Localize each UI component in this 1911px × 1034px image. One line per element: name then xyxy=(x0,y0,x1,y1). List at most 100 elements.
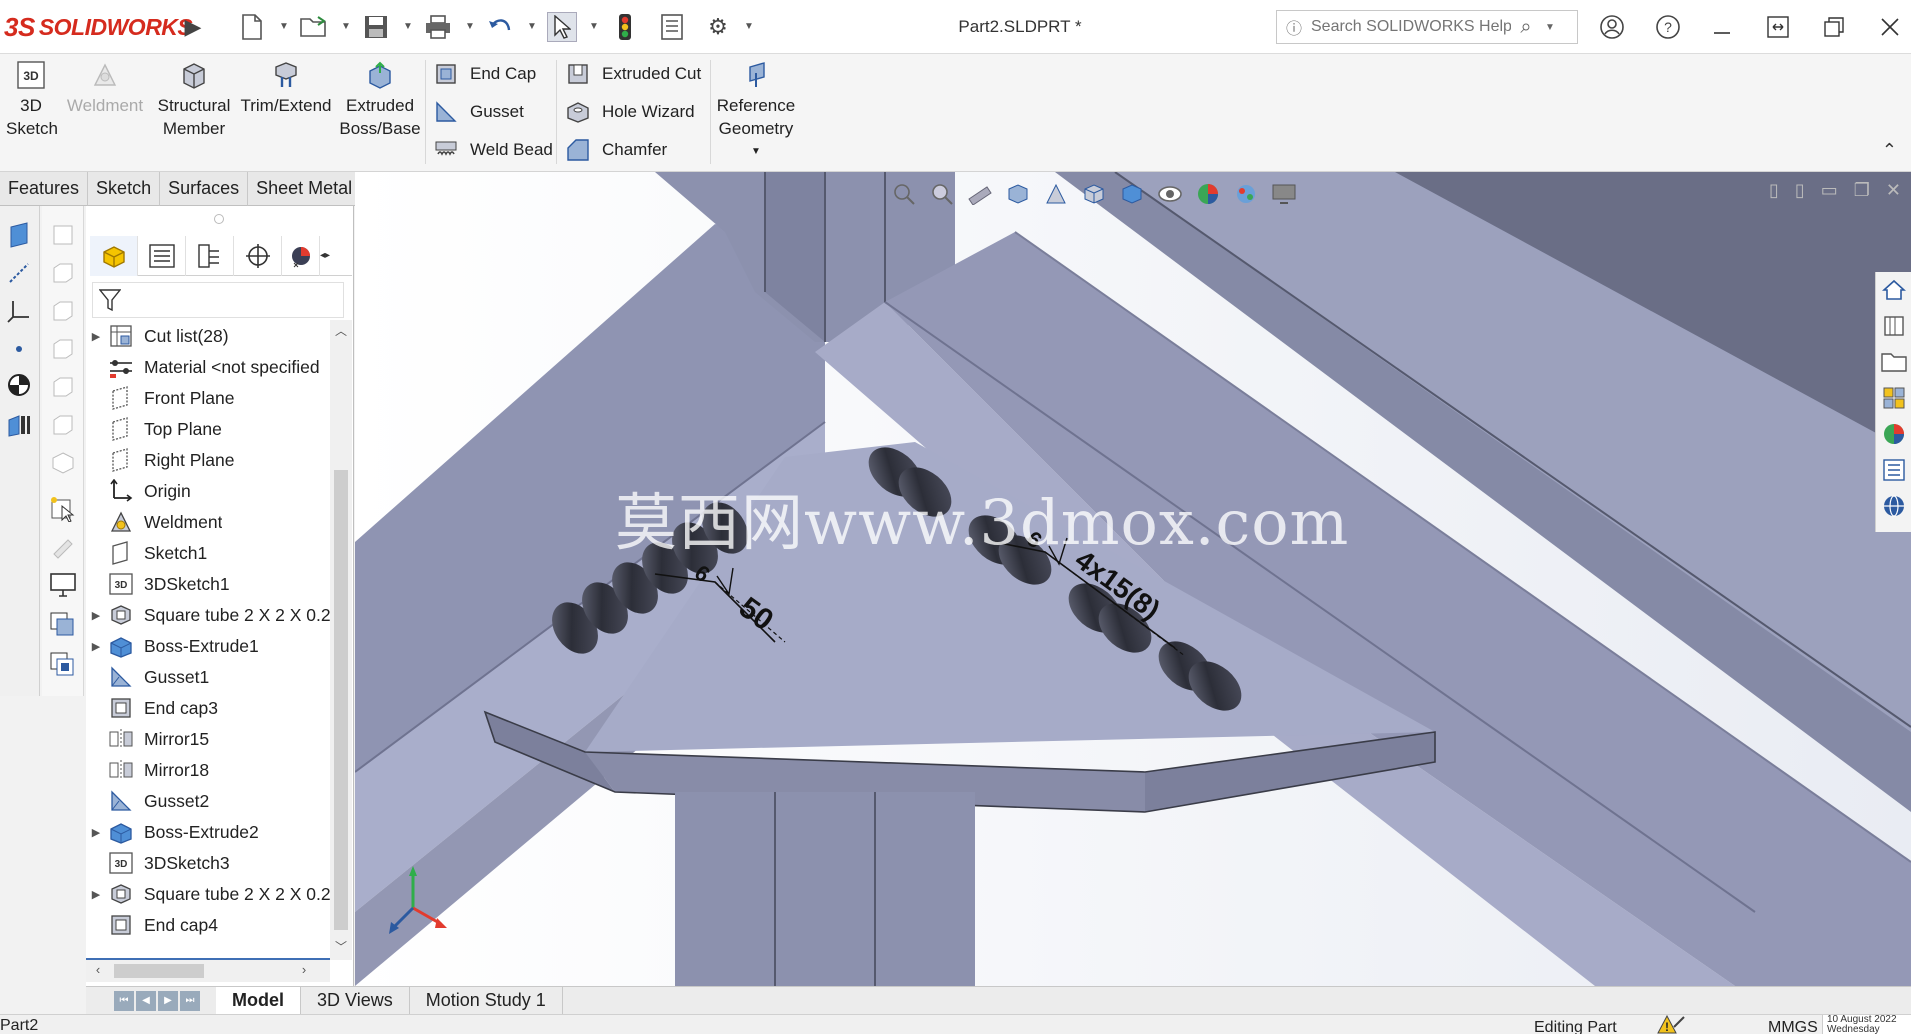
tab-featuremanager[interactable] xyxy=(90,236,138,276)
tab-motion-study-1[interactable]: Motion Study 1 xyxy=(410,986,563,1015)
tree-horizontal-scrollbar[interactable]: ‹ › xyxy=(86,958,330,982)
tree-item[interactable]: ▶ Square tube 2 X 2 X 0.2 xyxy=(86,599,330,631)
tree-item[interactable]: 3D 3DSketch3 xyxy=(86,847,330,879)
design-library-icon[interactable] xyxy=(1880,312,1908,340)
new-dropdown-caret[interactable]: ▼ xyxy=(279,21,289,32)
tree-item[interactable]: ▶ Square tube 2 X 2 X 0.2 xyxy=(86,878,330,910)
tree-item[interactable]: Gusset1 xyxy=(86,661,330,693)
zoom-to-fit-icon[interactable] xyxy=(890,180,918,208)
expand-arrow-icon[interactable]: ▶ xyxy=(86,640,106,653)
view-palette-icon[interactable] xyxy=(1880,384,1908,412)
back-view-icon[interactable] xyxy=(48,296,78,326)
open-dropdown-caret[interactable]: ▼ xyxy=(341,21,351,32)
options-dropdown-caret[interactable]: ▼ xyxy=(744,21,754,32)
custom-properties-icon[interactable] xyxy=(1880,456,1908,484)
help-search-input[interactable] xyxy=(1311,18,1511,36)
new-document-icon[interactable] xyxy=(237,12,267,42)
extruded-boss-base-button[interactable]: Extruded Boss/Base xyxy=(339,60,421,140)
rebuild-warning-icon[interactable]: ! xyxy=(1656,1014,1686,1034)
tab-model[interactable]: Model xyxy=(216,986,301,1015)
viewport-split-right-icon[interactable]: ▯ xyxy=(1795,180,1805,201)
appearances-scenes-icon[interactable] xyxy=(1880,420,1908,448)
save-icon[interactable] xyxy=(361,12,391,42)
graphics-area[interactable]: 6 50 6 4x15(8) 莫西网www.3dmox.com ▯ ▯ ▭ ❐ … xyxy=(355,172,1911,986)
previous-tab-arrow-icon[interactable]: ◀ xyxy=(136,990,156,1011)
next-tab-arrow-icon[interactable]: ▶ xyxy=(158,990,178,1011)
hole-wizard-button[interactable]: Hole Wizard xyxy=(564,96,695,128)
reference-geometry-button[interactable]: Reference Geometry ▼ xyxy=(714,60,798,163)
sketch-plane-icon[interactable] xyxy=(4,220,34,250)
tree-item[interactable]: 3D 3DSketch1 xyxy=(86,568,330,600)
top-view-icon[interactable] xyxy=(48,410,78,440)
search-icon[interactable]: ⌕ xyxy=(1511,16,1541,39)
tabs-scroll-arrows-icon[interactable]: ◂▸ xyxy=(320,236,334,275)
tree-item[interactable]: Right Plane xyxy=(86,444,330,476)
tree-item[interactable]: Origin xyxy=(86,475,330,507)
structural-member-button[interactable]: Structural Member xyxy=(154,60,234,140)
view-settings-monitor-icon[interactable] xyxy=(1270,180,1298,208)
model-view[interactable]: 6 50 6 4x15(8) xyxy=(355,172,1911,986)
expand-arrow-icon[interactable]: ▶ xyxy=(86,888,106,901)
instant3d-icon[interactable] xyxy=(4,410,34,440)
dynamic-annotation-icon[interactable] xyxy=(1042,180,1070,208)
select-cursor-icon[interactable] xyxy=(547,12,577,42)
tab-sheet-metal[interactable]: Sheet Metal xyxy=(248,172,362,206)
tab-propertymanager[interactable] xyxy=(138,236,186,276)
left-view-icon[interactable] xyxy=(48,334,78,364)
tree-vertical-scrollbar[interactable]: ︿ ﹀ xyxy=(330,320,352,960)
select-dropdown-caret[interactable]: ▼ xyxy=(589,21,599,32)
display-style-icon[interactable] xyxy=(1118,180,1146,208)
appearance-layers-icon[interactable] xyxy=(48,610,78,640)
apply-scene-icon[interactable] xyxy=(1232,180,1260,208)
edit-appearance-icon[interactable] xyxy=(1194,180,1222,208)
tab-dimxpertmanager[interactable] xyxy=(234,236,282,276)
tab-displaymanager[interactable] xyxy=(282,236,320,276)
tab-3d-views[interactable]: 3D Views xyxy=(301,986,410,1015)
options-gear-icon[interactable]: ⚙ xyxy=(703,12,733,42)
point-icon[interactable] xyxy=(4,334,34,364)
coordinate-axis-icon[interactable] xyxy=(4,296,34,326)
display-states-icon[interactable] xyxy=(48,650,78,680)
tree-item[interactable]: End cap3 xyxy=(86,692,330,724)
tree-item[interactable]: ▶ Cut list(28) xyxy=(86,320,330,352)
collapse-ribbon-chevron-icon[interactable]: ⌃ xyxy=(1882,140,1897,161)
tab-features[interactable]: Features xyxy=(0,172,89,206)
expand-arrow-icon[interactable]: ▶ xyxy=(86,330,106,343)
edit-sketch-icon[interactable] xyxy=(48,532,78,562)
front-view-icon[interactable] xyxy=(48,258,78,288)
new-sketch-cursor-icon[interactable] xyxy=(48,494,78,524)
center-of-mass-icon[interactable] xyxy=(4,370,34,400)
last-tab-arrow-icon[interactable]: ⏭ xyxy=(180,990,200,1011)
viewport-close-icon[interactable]: ✕ xyxy=(1886,180,1901,201)
viewport-restore-icon[interactable]: ❐ xyxy=(1854,180,1870,201)
display-monitor-icon[interactable] xyxy=(48,570,78,600)
panel-grip-icon[interactable] xyxy=(214,214,224,224)
right-view-icon[interactable] xyxy=(48,372,78,402)
scroll-down-chevron-icon[interactable]: ﹀ xyxy=(330,938,352,958)
scroll-left-chevron-icon[interactable]: ‹ xyxy=(88,962,108,977)
expand-arrow-icon[interactable]: ▶ xyxy=(86,826,106,839)
section-view-icon[interactable] xyxy=(1004,180,1032,208)
trim-extend-button[interactable]: Trim/Extend xyxy=(238,60,334,117)
scrollbar-thumb[interactable] xyxy=(334,470,348,930)
menu-expand-arrow-icon[interactable]: ▶ xyxy=(178,12,208,42)
viewport-split-left-icon[interactable]: ▯ xyxy=(1769,180,1779,201)
tree-item[interactable]: Mirror15 xyxy=(86,723,330,755)
restore-arrows-icon[interactable] xyxy=(1762,12,1794,42)
tree-item[interactable]: End cap4 xyxy=(86,909,330,941)
open-folder-icon[interactable] xyxy=(299,12,329,42)
extruded-cut-button[interactable]: Extruded Cut xyxy=(564,58,701,90)
normal-to-icon[interactable] xyxy=(48,220,78,250)
maximize-icon[interactable] xyxy=(1818,12,1850,42)
tree-item[interactable]: Top Plane xyxy=(86,413,330,445)
zoom-to-area-icon[interactable] xyxy=(928,180,956,208)
scroll-up-chevron-icon[interactable]: ︿ xyxy=(330,322,352,342)
expand-arrow-icon[interactable]: ▶ xyxy=(86,609,106,622)
view-orientation-icon[interactable] xyxy=(1080,180,1108,208)
close-icon[interactable] xyxy=(1874,12,1906,42)
scroll-right-chevron-icon[interactable]: › xyxy=(294,962,314,977)
file-explorer-folder-icon[interactable] xyxy=(1880,348,1908,376)
print-dropdown-caret[interactable]: ▼ xyxy=(465,21,475,32)
reference-geometry-dropdown-caret[interactable]: ▼ xyxy=(751,140,761,163)
tree-item[interactable]: Weldment xyxy=(86,506,330,538)
